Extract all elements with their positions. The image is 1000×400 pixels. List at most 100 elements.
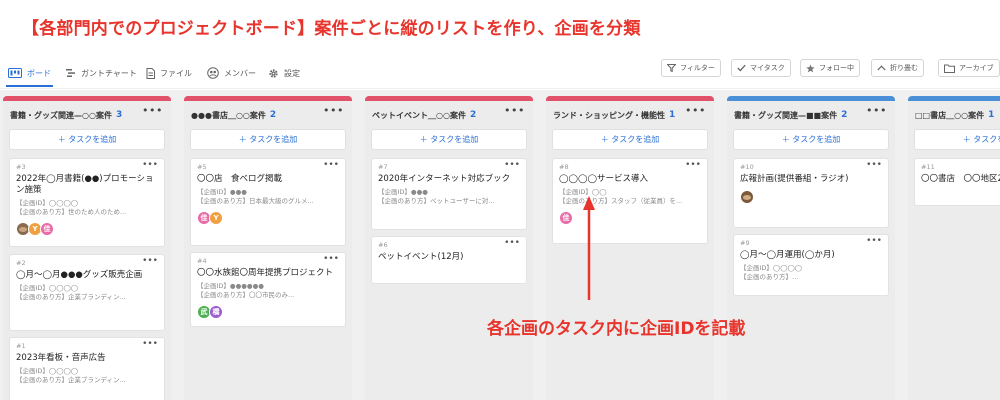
add-task-button[interactable]: ＋ タスクを追加 (9, 129, 165, 150)
filter-label: フィルター (680, 64, 715, 72)
task-plan-id: 【企画ID】◯◯◯◯ (16, 367, 79, 375)
task-id: #2 (16, 259, 26, 267)
add-task-button[interactable]: ＋ タスクを追加 (914, 129, 1000, 150)
kanban-board: 書籍・グッズ関連—○○案件 3 ••• ＋ タスクを追加 #3 ••• 2022… (0, 90, 1000, 400)
card-menu-icon[interactable]: ••• (323, 160, 339, 170)
card-menu-icon[interactable]: ••• (504, 238, 520, 248)
avatar[interactable]: 佳 (40, 222, 54, 236)
task-card[interactable]: #2 ••• ◯月〜◯月●●●グッズ販売企画 【企画ID】◯◯◯◯ 【企画のあり… (9, 254, 165, 331)
task-plan-id: 【企画ID】●●●●●● (197, 282, 264, 290)
column-menu-icon[interactable]: ••• (323, 104, 344, 117)
task-card[interactable]: #8 ••• ◯◯◯◯サービス導入 【企画ID】◯◯ 【企画のあり方】スタッフ（… (552, 158, 708, 244)
star-icon (806, 63, 815, 72)
collapse-button[interactable]: 折り畳む (871, 59, 924, 77)
column-title: 書籍・グッズ関連—■■案件 (734, 110, 838, 120)
task-title: 2020年インターネット対応ブック (378, 174, 511, 184)
board-column: 書籍・グッズ関連—○○案件 3 ••• ＋ タスクを追加 #3 ••• 2022… (3, 96, 171, 400)
task-id: #4 (197, 257, 207, 265)
column-title: ●●●書店＿○○案件 (191, 110, 266, 120)
column-title: ランド・ショッピング・機能性 (553, 110, 665, 120)
card-menu-icon[interactable]: ••• (504, 160, 520, 170)
column-title: 書籍・グッズ関連—○○案件 (10, 110, 112, 120)
column-count: 2 (469, 110, 477, 120)
tab-gantt[interactable]: ガントチャート (66, 64, 137, 82)
task-plan-note: 【企画のあり方】〇〇市民のみ... (197, 291, 295, 299)
card-menu-icon[interactable]: ••• (142, 339, 158, 349)
column-count: 1 (988, 110, 995, 120)
task-card[interactable]: #11 ••• 〇〇書店 〇〇地区2店舗 (914, 158, 1000, 206)
card-menu-icon[interactable]: ••• (685, 160, 701, 170)
card-menu-icon[interactable]: ••• (866, 160, 882, 170)
task-title: 2022年◯月書籍(●●)プロモーション施策 (16, 174, 154, 195)
tab-members[interactable]: メンバー (207, 64, 256, 82)
task-title: 広報計画(提供番組・ラジオ) (740, 174, 849, 184)
task-card[interactable]: #5 ••• 〇〇店 食べログ掲載 【企画ID】●●● 【企画のあり方】日本最大… (190, 158, 346, 246)
assignee-avatars: 佳 (559, 211, 701, 225)
task-card[interactable]: #1 ••• 2023年看板・音声広告 【企画ID】◯◯◯◯ 【企画のあり方】企… (9, 337, 165, 400)
my-tasks-label: マイタスク (750, 64, 785, 72)
collapse-icon (877, 65, 886, 71)
task-plan-id: 【企画ID】◯◯ (559, 188, 607, 196)
members-icon (207, 67, 219, 79)
column-count: 1 (669, 110, 676, 120)
task-plan-id: 【企画ID】●●● (378, 188, 428, 196)
board-column: □□書店＿○○案件 1 ••• ＋ タスクを追加 #11 ••• 〇〇書店 〇〇… (908, 96, 1000, 400)
card-menu-icon[interactable]: ••• (142, 256, 158, 266)
task-card[interactable]: #6 ••• ペットイベント(12月) (371, 236, 527, 284)
tab-file[interactable]: ファイル (146, 64, 192, 82)
task-title: ペットイベント(12月) (378, 252, 464, 262)
task-plan-id: 【企画ID】◯◯◯◯ (16, 284, 79, 292)
task-title: ◯◯◯◯サービス導入 (559, 174, 649, 184)
task-title: 〇〇書店 〇〇地区2店舗 (921, 174, 1000, 184)
task-plan-note: 【企画のあり方】ペットユーザーに対... (378, 197, 495, 205)
task-card[interactable]: #9 ••• ◯月〜◯月運用(◯か月) 【企画ID】◯◯◯◯ 【企画のあり方】… (733, 234, 889, 296)
board-toolbar: ボード ガントチャート ファイル メンバー 設定 フィルター マイタスク フォロ… (0, 54, 1000, 89)
archive-button[interactable]: アーカイブ (938, 59, 1000, 77)
add-task-button[interactable]: ＋ タスクを追加 (552, 129, 708, 150)
task-plan-id: 【企画ID】◯◯◯◯ (16, 199, 79, 207)
task-title: 〇〇水族館〇周年提携プロジェクト (197, 268, 334, 278)
following-button[interactable]: フォロー中 (800, 59, 860, 77)
card-menu-icon[interactable]: ••• (142, 160, 158, 170)
task-plan-note: 【企画のあり方】日本最大級のグルメ... (197, 197, 314, 205)
tab-settings[interactable]: 設定 (268, 64, 300, 82)
tab-label: ボード (27, 68, 51, 78)
column-menu-icon[interactable]: ••• (685, 104, 706, 117)
board-column: ランド・ショッピング・機能性 1 ••• ＋ タスクを追加 #8 ••• ◯◯◯… (546, 96, 714, 400)
avatar-photo[interactable] (740, 190, 754, 204)
task-card[interactable]: #3 ••• 2022年◯月書籍(●●)プロモーション施策 【企画ID】◯◯◯◯… (9, 158, 165, 247)
column-menu-icon[interactable]: ••• (866, 104, 887, 117)
card-menu-icon[interactable]: ••• (866, 236, 882, 246)
column-color-bar (184, 96, 352, 101)
avatar[interactable]: 佳 (559, 211, 573, 225)
tab-board[interactable]: ボード (6, 64, 53, 87)
task-plan-id: 【企画ID】◯◯◯◯ (740, 264, 803, 272)
tab-label: ガントチャート (81, 68, 137, 78)
avatar[interactable]: 橋 (209, 305, 223, 319)
my-tasks-button[interactable]: マイタスク (731, 59, 791, 77)
task-card[interactable]: #10 ••• 広報計画(提供番組・ラジオ) (733, 158, 889, 228)
file-icon (146, 67, 155, 79)
add-task-button[interactable]: ＋ タスクを追加 (733, 129, 889, 150)
task-id: #11 (921, 163, 935, 171)
folder-icon (944, 64, 955, 73)
filter-button[interactable]: フィルター (661, 59, 721, 77)
task-title: 〇〇店 食べログ掲載 (197, 174, 283, 184)
card-menu-icon[interactable]: ••• (323, 254, 339, 264)
add-task-button[interactable]: ＋ タスクを追加 (190, 129, 346, 150)
task-card[interactable]: #4 ••• 〇〇水族館〇周年提携プロジェクト 【企画ID】●●●●●● 【企画… (190, 252, 346, 327)
column-menu-icon[interactable]: ••• (142, 104, 163, 117)
column-menu-icon[interactable]: ••• (504, 104, 525, 117)
column-header: □□書店＿○○案件 1 (908, 106, 1000, 124)
tab-label: メンバー (224, 68, 256, 78)
column-count: 3 (115, 110, 123, 120)
assignee-avatars (740, 190, 882, 204)
following-label: フォロー中 (819, 64, 854, 72)
column-color-bar (365, 96, 533, 101)
add-task-button[interactable]: ＋ タスクを追加 (371, 129, 527, 150)
task-plan-note: 【企画のあり方】企業ブランディン... (16, 376, 126, 384)
avatar[interactable]: Y (209, 211, 223, 225)
task-plan-note: 【企画のあり方】… (740, 273, 799, 281)
task-card[interactable]: #7 ••• 2020年インターネット対応ブック 【企画ID】●●● 【企画のあ… (371, 158, 527, 230)
task-title: ◯月〜◯月運用(◯か月) (740, 250, 835, 260)
